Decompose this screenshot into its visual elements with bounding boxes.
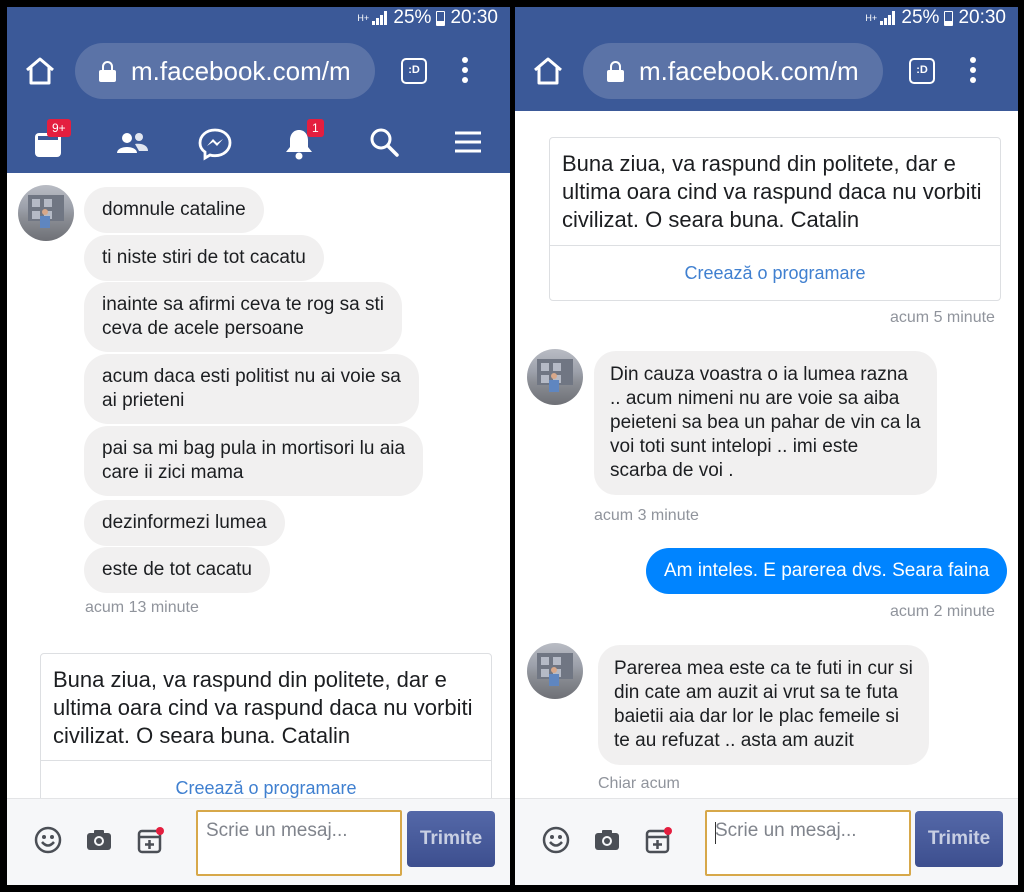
search-icon[interactable] bbox=[367, 125, 403, 159]
send-button[interactable]: Trimite bbox=[915, 811, 1003, 867]
message-timestamp: acum 3 minute bbox=[594, 507, 699, 524]
book-appointment-link[interactable]: Creează o programare bbox=[41, 778, 491, 799]
page-auto-reply-card: Buna ziua, va raspund din politete, dar … bbox=[40, 653, 492, 813]
sticker-icon[interactable] bbox=[644, 826, 672, 854]
page-auto-reply-card: Buna ziua, va raspund din politete, dar … bbox=[549, 137, 1001, 301]
message-timestamp: Chiar acum bbox=[598, 775, 680, 792]
message-input[interactable] bbox=[206, 820, 392, 842]
avatar[interactable] bbox=[527, 643, 583, 699]
message-bubble[interactable]: pai sa mi bag pula in mortisori lu aia c… bbox=[84, 426, 424, 496]
network-type-indicator: H+ bbox=[357, 12, 370, 23]
signal-icon bbox=[880, 11, 896, 25]
clock: 20:30 bbox=[958, 7, 1006, 28]
menu-icon[interactable] bbox=[453, 125, 489, 159]
feed-badge: 9+ bbox=[47, 119, 71, 137]
more-vert-icon[interactable] bbox=[969, 57, 977, 85]
facebook-nav-bar: 9+ 1 bbox=[7, 111, 510, 173]
send-button[interactable]: Trimite bbox=[407, 811, 495, 867]
browser-toolbar: m.facebook.com/m :D bbox=[515, 29, 1018, 111]
message-bubble-sent[interactable]: Am inteles. E parerea dvs. Seara faina bbox=[646, 548, 1008, 594]
home-icon[interactable] bbox=[531, 56, 565, 86]
friends-icon[interactable] bbox=[115, 125, 151, 159]
phone-screenshot-left: H+ 25% 20:30 m.facebook.com/m :D 9+ 1 do… bbox=[7, 7, 510, 885]
message-composer: Trimite bbox=[7, 798, 510, 885]
battery-icon bbox=[944, 10, 954, 26]
message-input-box[interactable] bbox=[196, 810, 402, 876]
message-input[interactable] bbox=[715, 820, 901, 842]
auto-reply-text: Buna ziua, va raspund din politete, dar … bbox=[562, 151, 982, 232]
emoji-icon[interactable] bbox=[34, 826, 62, 854]
clock: 20:30 bbox=[450, 7, 498, 28]
auto-reply-text: Buna ziua, va raspund din politete, dar … bbox=[53, 667, 473, 748]
avatar[interactable] bbox=[527, 349, 583, 405]
lock-icon bbox=[607, 61, 624, 82]
message-bubble[interactable]: ti niste stiri de tot cacatu bbox=[84, 235, 324, 281]
reader-mode-icon[interactable]: :D bbox=[401, 58, 427, 84]
notifications-badge: 1 bbox=[307, 119, 324, 137]
browser-toolbar: m.facebook.com/m :D bbox=[7, 29, 510, 111]
signal-icon bbox=[372, 11, 388, 25]
message-bubble[interactable]: inainte sa afirmi ceva te rog sa sti cev… bbox=[84, 282, 402, 352]
message-bubble[interactable]: acum daca esti politist nu ai voie sa ai… bbox=[84, 354, 419, 424]
message-bubble[interactable]: Din cauza voastra o ia lumea razna .. ac… bbox=[594, 351, 937, 495]
message-bubble[interactable]: Parerea mea este ca te futi in cur si di… bbox=[598, 645, 929, 765]
network-type-indicator: H+ bbox=[865, 12, 878, 23]
feed-icon[interactable]: 9+ bbox=[33, 119, 71, 159]
message-bubble[interactable]: este de tot cacatu bbox=[84, 547, 270, 593]
lock-icon bbox=[99, 61, 116, 82]
avatar[interactable] bbox=[18, 185, 74, 241]
messenger-icon[interactable] bbox=[197, 125, 233, 161]
sticker-icon[interactable] bbox=[136, 826, 164, 854]
address-bar[interactable]: m.facebook.com/m bbox=[75, 43, 375, 99]
message-composer: Trimite bbox=[515, 798, 1018, 885]
status-bar: H+ 25% 20:30 bbox=[7, 7, 510, 29]
emoji-icon[interactable] bbox=[542, 826, 570, 854]
message-timestamp: acum 2 minute bbox=[890, 603, 995, 620]
url-text: m.facebook.com/m bbox=[639, 56, 859, 86]
bell-icon[interactable]: 1 bbox=[283, 119, 324, 160]
status-bar: H+ 25% 20:30 bbox=[515, 7, 1018, 29]
url-text: m.facebook.com/m bbox=[131, 56, 351, 86]
message-thread: domnule cataline ti niste stiri de tot c… bbox=[7, 173, 510, 813]
book-appointment-link[interactable]: Creează o programare bbox=[550, 263, 1000, 284]
battery-percent: 25% bbox=[901, 7, 940, 28]
reader-mode-icon[interactable]: :D bbox=[909, 58, 935, 84]
message-timestamp: acum 5 minute bbox=[890, 309, 995, 326]
camera-icon[interactable] bbox=[593, 826, 621, 854]
message-input-box[interactable] bbox=[705, 810, 911, 876]
home-icon[interactable] bbox=[23, 56, 57, 86]
message-bubble[interactable]: domnule cataline bbox=[84, 187, 264, 233]
phone-screenshot-right: H+ 25% 20:30 m.facebook.com/m :D Buna zi… bbox=[515, 7, 1018, 885]
more-vert-icon[interactable] bbox=[461, 57, 469, 85]
camera-icon[interactable] bbox=[85, 826, 113, 854]
address-bar[interactable]: m.facebook.com/m bbox=[583, 43, 883, 99]
battery-icon bbox=[436, 10, 446, 26]
battery-percent: 25% bbox=[393, 7, 432, 28]
message-thread: Buna ziua, va raspund din politete, dar … bbox=[515, 111, 1018, 798]
message-timestamp: acum 13 minute bbox=[85, 599, 199, 616]
message-bubble[interactable]: dezinformezi lumea bbox=[84, 500, 285, 546]
